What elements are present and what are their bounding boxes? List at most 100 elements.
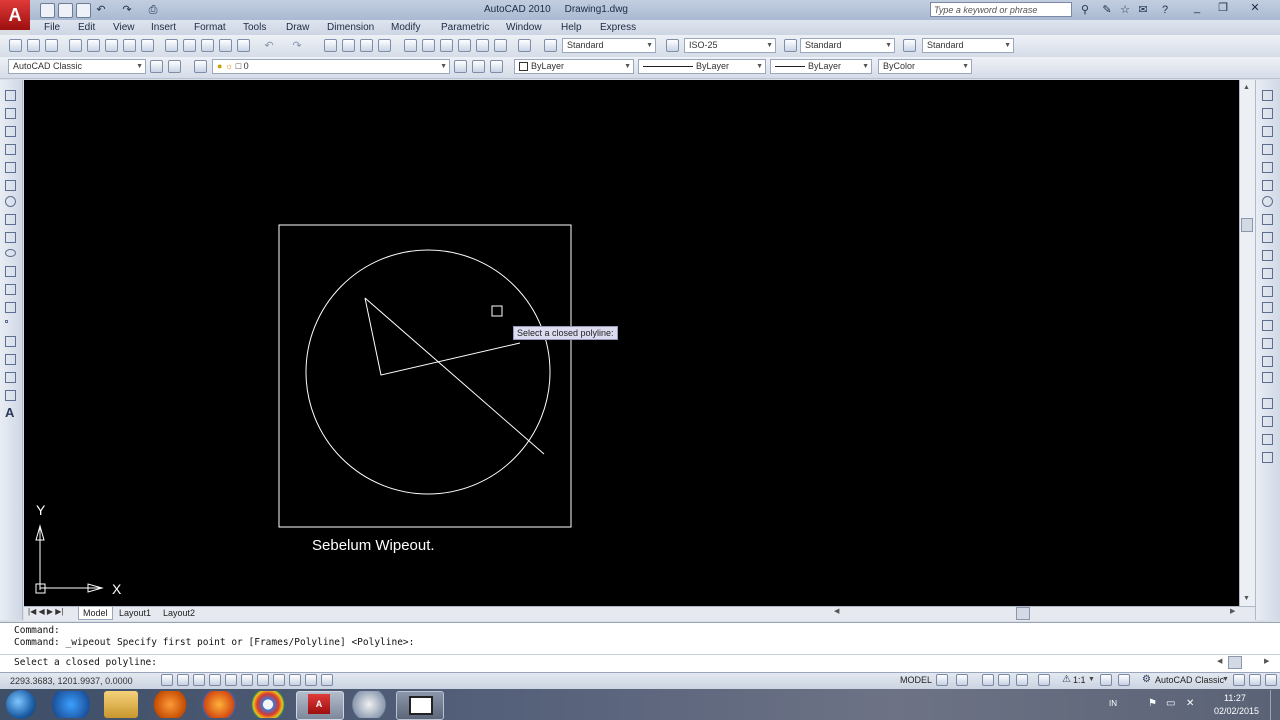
- undo-icon[interactable]: ↶: [94, 3, 108, 17]
- action-center-flag-icon[interactable]: ⚑: [1148, 698, 1157, 709]
- scroll-down-icon[interactable]: ▼: [1243, 595, 1250, 602]
- pan-icon[interactable]: [982, 674, 994, 686]
- 3d-dwf-icon[interactable]: [123, 39, 136, 52]
- menu-tools[interactable]: Tools: [243, 22, 266, 33]
- region-icon[interactable]: [5, 372, 16, 383]
- text-style-select[interactable]: Standard ▼: [562, 38, 656, 53]
- grid-display-button[interactable]: [177, 674, 189, 686]
- redo-icon[interactable]: ↷: [120, 3, 134, 17]
- tab-layout1[interactable]: Layout1: [115, 607, 155, 619]
- draworder-back-icon[interactable]: [1262, 416, 1273, 427]
- arc-icon[interactable]: [5, 180, 16, 191]
- properties-icon[interactable]: [404, 39, 417, 52]
- auto-scale-icon[interactable]: [1118, 674, 1130, 686]
- command-scroll-thumb[interactable]: [1228, 656, 1242, 669]
- menu-edit[interactable]: Edit: [78, 22, 95, 33]
- move-icon[interactable]: [1262, 180, 1273, 191]
- layer-properties-icon[interactable]: [194, 60, 207, 73]
- application-menu-button[interactable]: A: [0, 0, 30, 30]
- command-prompt-input[interactable]: Select a closed polyline:: [14, 657, 157, 668]
- help-icon[interactable]: ?: [1158, 3, 1172, 17]
- rectangle-icon[interactable]: [5, 162, 16, 173]
- extend-icon[interactable]: [1262, 268, 1273, 279]
- menu-format[interactable]: Format: [194, 22, 226, 33]
- language-indicator[interactable]: IN: [1109, 699, 1117, 708]
- menu-insert[interactable]: Insert: [151, 22, 176, 33]
- minimize-button[interactable]: _: [1186, 1, 1208, 15]
- zoom-previous-icon[interactable]: [378, 39, 391, 52]
- menu-file[interactable]: File: [44, 22, 60, 33]
- tools-icon[interactable]: ✎: [1100, 3, 1114, 17]
- erase-icon[interactable]: [1262, 90, 1273, 101]
- drawing-geometry[interactable]: [24, 80, 1239, 606]
- draworder-under-icon[interactable]: [1262, 452, 1273, 463]
- quick-view-layouts-icon[interactable]: [936, 674, 948, 686]
- quick-view-drawings-icon[interactable]: [956, 674, 968, 686]
- chamfer-icon[interactable]: [1262, 338, 1273, 349]
- multileader-style-select[interactable]: Standard ▼: [922, 38, 1014, 53]
- dimension-style-icon[interactable]: [666, 39, 679, 52]
- coordinate-readout[interactable]: 2293.3683, 1201.9937, 0.0000: [10, 676, 133, 686]
- layer-select[interactable]: ● ☼ □ 0 ▼: [212, 59, 450, 74]
- allow-disallow-ucs-button[interactable]: [273, 674, 285, 686]
- status-bar-menu-icon[interactable]: [1249, 674, 1261, 686]
- media-player-icon[interactable]: [147, 691, 193, 718]
- line-object[interactable]: [364, 297, 545, 455]
- object-snap-button[interactable]: [225, 674, 237, 686]
- spline-icon[interactable]: [5, 232, 16, 243]
- linetype-select[interactable]: ByLayer ▼: [638, 59, 766, 74]
- quick-properties-button[interactable]: [321, 674, 333, 686]
- toolbar-lock-icon[interactable]: [1233, 674, 1245, 686]
- color-select[interactable]: ByLayer ▼: [514, 59, 634, 74]
- offset-icon[interactable]: [1262, 144, 1273, 155]
- open-file-icon[interactable]: [58, 3, 73, 18]
- polyline-object[interactable]: [364, 297, 521, 376]
- gradient-icon[interactable]: [5, 354, 16, 365]
- object-snap-tracking-button[interactable]: [257, 674, 269, 686]
- scroll-right-icon[interactable]: ▶: [1230, 607, 1235, 615]
- line-icon[interactable]: [5, 90, 16, 101]
- menu-modify[interactable]: Modify: [391, 22, 420, 33]
- polyline-icon[interactable]: [5, 126, 16, 137]
- ortho-mode-button[interactable]: [193, 674, 205, 686]
- zoom-icon[interactable]: [998, 674, 1010, 686]
- draworder-front-icon[interactable]: [1262, 398, 1273, 409]
- publish-icon[interactable]: [105, 39, 118, 52]
- volume-muted-icon[interactable]: ✕: [1186, 698, 1194, 709]
- block-editor-icon[interactable]: [237, 39, 250, 52]
- make-block-icon[interactable]: [5, 302, 16, 313]
- table-style-icon[interactable]: [784, 39, 797, 52]
- firefox-icon[interactable]: [196, 691, 242, 718]
- menu-draw[interactable]: Draw: [286, 22, 309, 33]
- copy-icon[interactable]: [183, 39, 196, 52]
- circle-object[interactable]: [305, 249, 551, 495]
- pan-icon[interactable]: [324, 39, 337, 52]
- annotation-scale-select[interactable]: 1:1: [1073, 675, 1086, 685]
- break-icon[interactable]: [1262, 302, 1273, 313]
- menu-parametric[interactable]: Parametric: [441, 22, 489, 33]
- draworder-above-icon[interactable]: [1262, 434, 1273, 445]
- zoom-realtime-icon[interactable]: [342, 39, 355, 52]
- clean-screen-icon[interactable]: [1265, 674, 1277, 686]
- command-scroll-left-icon[interactable]: ◀: [1217, 657, 1222, 665]
- ellipse-arc-icon[interactable]: [5, 266, 16, 277]
- paste-icon[interactable]: [201, 39, 214, 52]
- workspace-switching-button[interactable]: AutoCAD Classic: [1155, 675, 1224, 685]
- workspace-settings-icon[interactable]: [150, 60, 163, 73]
- point-icon[interactable]: [5, 320, 8, 323]
- workspace-select[interactable]: AutoCAD Classic ▼: [8, 59, 146, 74]
- show-desktop-button[interactable]: [1270, 690, 1280, 720]
- revision-cloud-icon[interactable]: [5, 214, 16, 225]
- circle-icon[interactable]: [5, 196, 16, 207]
- array-icon[interactable]: [1262, 162, 1273, 173]
- plot-icon[interactable]: ⎙: [146, 3, 160, 17]
- scroll-left-icon[interactable]: ◀: [834, 607, 839, 615]
- chrome-icon[interactable]: [245, 691, 291, 718]
- file-explorer-icon[interactable]: [104, 691, 138, 718]
- multiline-text-icon[interactable]: A: [5, 405, 14, 420]
- tab-model[interactable]: Model: [78, 607, 113, 620]
- restore-button[interactable]: ❐: [1212, 1, 1234, 15]
- multileader-style-icon[interactable]: [903, 39, 916, 52]
- close-button[interactable]: ✕: [1244, 1, 1266, 15]
- undo-icon[interactable]: ↶: [262, 39, 276, 53]
